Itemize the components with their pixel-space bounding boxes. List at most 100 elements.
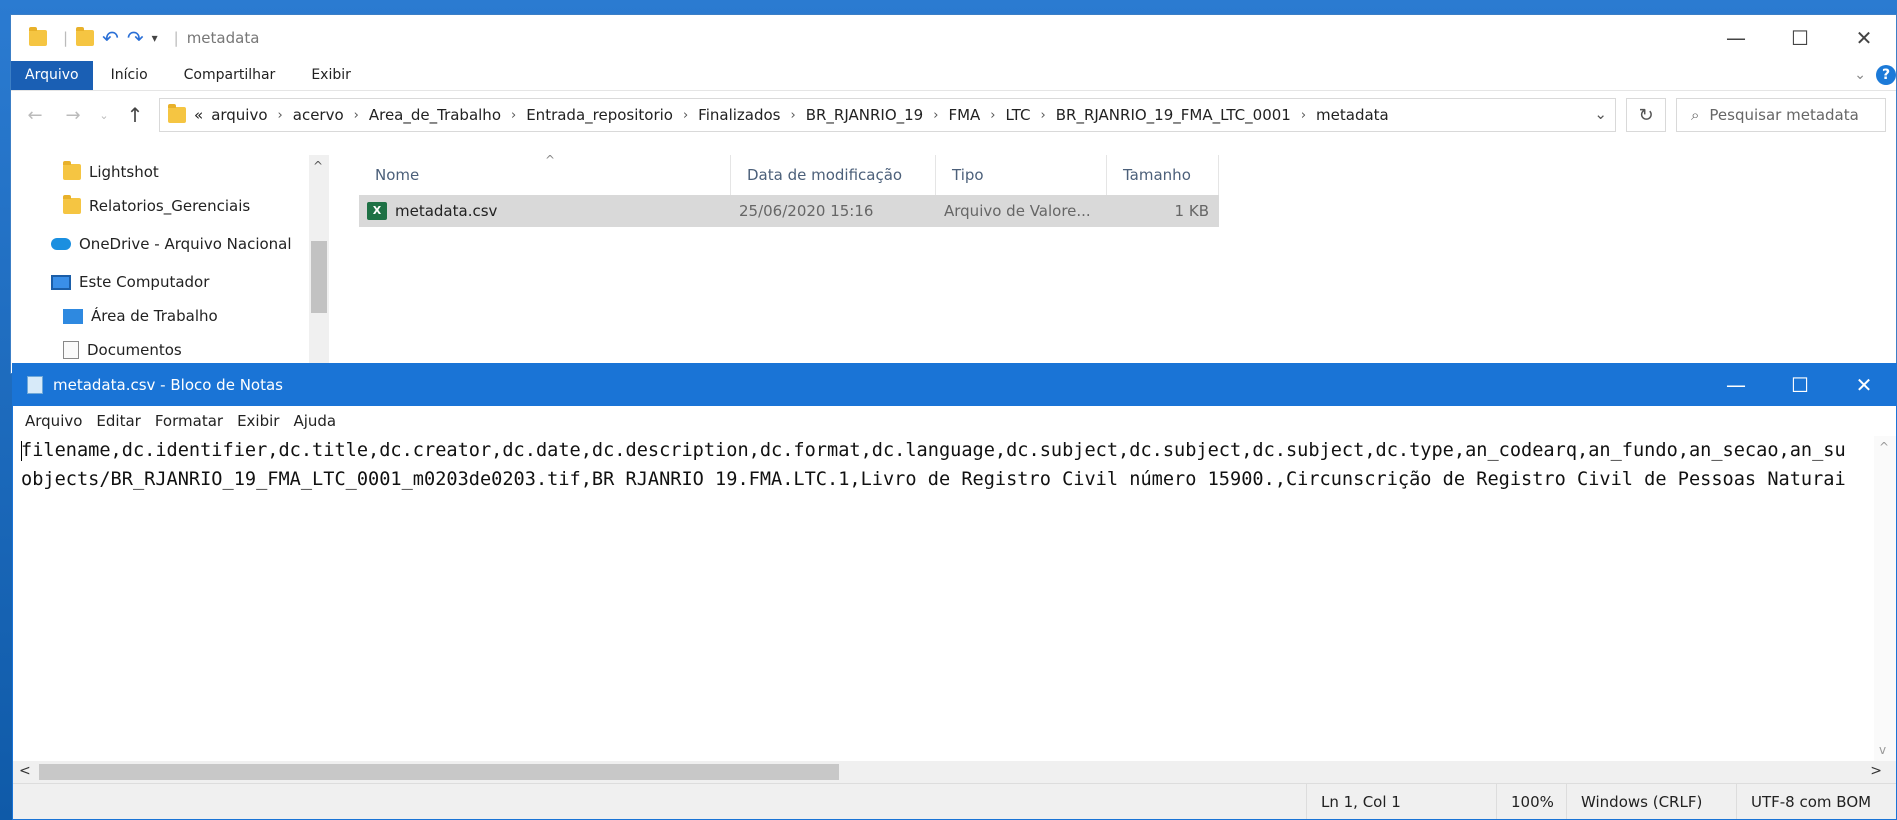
breadcrumb-item[interactable]: Entrada_repositorio	[526, 106, 673, 124]
breadcrumb-item[interactable]: metadata	[1316, 106, 1389, 124]
menu-file[interactable]: Arquivo	[25, 412, 82, 430]
search-input[interactable]: ⌕ Pesquisar metadata	[1676, 98, 1886, 132]
minimize-button[interactable]: —	[1704, 15, 1768, 61]
scroll-up-icon[interactable]: ^	[1879, 440, 1889, 454]
column-type[interactable]: Tipo	[936, 155, 1107, 195]
breadcrumb-item[interactable]: LTC	[1005, 106, 1030, 124]
window-title: metadata	[186, 29, 260, 47]
file-type: Arquivo de Valore...	[944, 202, 1091, 220]
scroll-down-icon[interactable]: v	[1879, 743, 1886, 757]
breadcrumb-overflow[interactable]: «	[194, 106, 203, 124]
redo-icon[interactable]: ↷	[127, 26, 144, 50]
sort-ascending-icon: ^	[545, 153, 556, 167]
notepad-titlebar: metadata.csv - Bloco de Notas — ☐ ✕	[13, 364, 1896, 406]
scroll-left-icon[interactable]: <	[19, 763, 31, 779]
tab-view[interactable]: Exibir	[293, 61, 369, 90]
explorer-titlebar: | ↶ ↷ ▾ | metadata — ☐ ✕	[11, 15, 1896, 61]
breadcrumb-separator-icon[interactable]: ›	[1041, 108, 1046, 123]
menu-view[interactable]: Exibir	[237, 412, 279, 430]
nav-item-label: Documentos	[87, 341, 182, 359]
file-modified: 25/06/2020 15:16	[739, 202, 874, 220]
up-icon[interactable]: ↑	[121, 103, 149, 127]
status-position: Ln 1, Col 1	[1306, 784, 1496, 819]
nav-item-label: OneDrive - Arquivo Nacional	[79, 235, 292, 253]
file-size: 1 KB	[1174, 202, 1209, 220]
nav-item[interactable]: OneDrive - Arquivo Nacional	[11, 227, 331, 261]
breadcrumb-separator-icon[interactable]: ›	[791, 108, 796, 123]
column-size[interactable]: Tamanho	[1107, 155, 1219, 195]
address-row: ← → ⌄ ↑ « arquivo › acervo › Area_de_Trabalho…	[11, 91, 1896, 139]
column-modified[interactable]: Data de modificação	[731, 155, 936, 195]
menu-edit[interactable]: Editar	[96, 412, 140, 430]
address-bar[interactable]: « arquivo › acervo › Area_de_Trabalho › Entrada…	[159, 98, 1616, 132]
notepad-window: metadata.csv - Bloco de Notas — ☐ ✕ Arqu…	[12, 363, 1897, 820]
minimize-button[interactable]: —	[1704, 364, 1768, 406]
forward-icon[interactable]: →	[59, 105, 87, 126]
documents-icon	[63, 341, 79, 359]
notepad-title: metadata.csv - Bloco de Notas	[53, 376, 283, 394]
nav-item[interactable]: Documentos	[11, 333, 331, 367]
csv-file-icon: X	[367, 202, 387, 221]
address-dropdown-icon[interactable]: ⌄	[1594, 105, 1607, 123]
breadcrumb-separator-icon[interactable]: ›	[990, 108, 995, 123]
recent-locations-icon[interactable]: ⌄	[97, 109, 111, 122]
vertical-scrollbar[interactable]: ^ v	[1874, 436, 1896, 761]
status-encoding: UTF-8 com BOM	[1736, 784, 1896, 819]
horizontal-scrollbar[interactable]: < >	[13, 761, 1896, 783]
breadcrumb-item[interactable]: Area_de_Trabalho	[369, 106, 501, 124]
nav-item[interactable]: Área de Trabalho	[11, 299, 331, 333]
nav-item[interactable]: Lightshot	[11, 155, 331, 189]
scroll-thumb[interactable]	[311, 241, 327, 313]
status-line-ending: Windows (CRLF)	[1566, 784, 1736, 819]
scroll-right-icon[interactable]: >	[1870, 763, 1882, 779]
breadcrumb-item[interactable]: Finalizados	[698, 106, 780, 124]
undo-icon[interactable]: ↶	[102, 26, 119, 50]
ribbon-tabs: Arquivo Início Compartilhar Exibir ⌄ ?	[11, 61, 1896, 91]
breadcrumb-item[interactable]: arquivo	[211, 106, 267, 124]
back-icon[interactable]: ←	[21, 105, 49, 126]
file-name: metadata.csv	[395, 201, 498, 220]
menu-bar: Arquivo Editar Formatar Exibir Ajuda	[13, 406, 1896, 436]
breadcrumb-separator-icon[interactable]: ›	[683, 108, 688, 123]
text-line-2: objects/BR_RJANRIO_19_FMA_LTC_0001_m0203…	[21, 469, 1846, 490]
expand-ribbon-icon[interactable]: ⌄	[1854, 67, 1866, 83]
customize-toolbar-icon[interactable]: ▾	[152, 31, 158, 45]
close-button[interactable]: ✕	[1832, 364, 1896, 406]
nav-item[interactable]: Este Computador	[11, 265, 331, 299]
breadcrumb-separator-icon[interactable]: ›	[511, 108, 516, 123]
breadcrumb-separator-icon[interactable]: ›	[278, 108, 283, 123]
breadcrumb-separator-icon[interactable]: ›	[354, 108, 359, 123]
menu-help[interactable]: Ajuda	[293, 412, 336, 430]
new-folder-icon[interactable]	[76, 27, 95, 46]
maximize-button[interactable]: ☐	[1768, 15, 1832, 61]
horizontal-scroll-thumb[interactable]	[39, 764, 839, 780]
breadcrumb-item[interactable]: FMA	[948, 106, 980, 124]
refresh-icon[interactable]: ↻	[1626, 98, 1666, 132]
maximize-button[interactable]: ☐	[1768, 364, 1832, 406]
search-placeholder: Pesquisar metadata	[1709, 106, 1859, 124]
breadcrumb-separator-icon[interactable]: ›	[933, 108, 938, 123]
nav-item-label: Lightshot	[89, 163, 159, 181]
text-editor[interactable]: filename,dc.identifier,dc.title,dc.creat…	[21, 436, 1874, 761]
tab-file[interactable]: Arquivo	[11, 61, 93, 90]
onedrive-icon	[51, 238, 71, 250]
computer-icon	[51, 274, 71, 290]
nav-scrollbar[interactable]: ^	[309, 155, 329, 373]
tab-share[interactable]: Compartilhar	[166, 61, 294, 90]
breadcrumb-item[interactable]: BR_RJANRIO_19	[806, 106, 924, 124]
notepad-icon	[27, 376, 43, 394]
tab-home[interactable]: Início	[93, 61, 166, 90]
breadcrumb-separator-icon[interactable]: ›	[1301, 108, 1306, 123]
file-list: ^ Nome Data de modificação Tipo Tamanho …	[359, 153, 1896, 373]
breadcrumb-item[interactable]: BR_RJANRIO_19_FMA_LTC_0001	[1056, 106, 1291, 124]
breadcrumb-item[interactable]: acervo	[293, 106, 344, 124]
scroll-up-icon[interactable]: ^	[313, 159, 323, 173]
folder-icon	[29, 27, 47, 46]
nav-item[interactable]: Relatorios_Gerenciais	[11, 189, 331, 223]
menu-format[interactable]: Formatar	[155, 412, 223, 430]
help-icon[interactable]: ?	[1876, 65, 1896, 85]
folder-icon	[63, 195, 81, 214]
file-row[interactable]: Xmetadata.csv 25/06/2020 15:16 Arquivo d…	[359, 195, 1219, 227]
close-button[interactable]: ✕	[1832, 15, 1896, 61]
text-line-1-content: filename,dc.identifier,dc.title,dc.creat…	[21, 440, 1846, 461]
